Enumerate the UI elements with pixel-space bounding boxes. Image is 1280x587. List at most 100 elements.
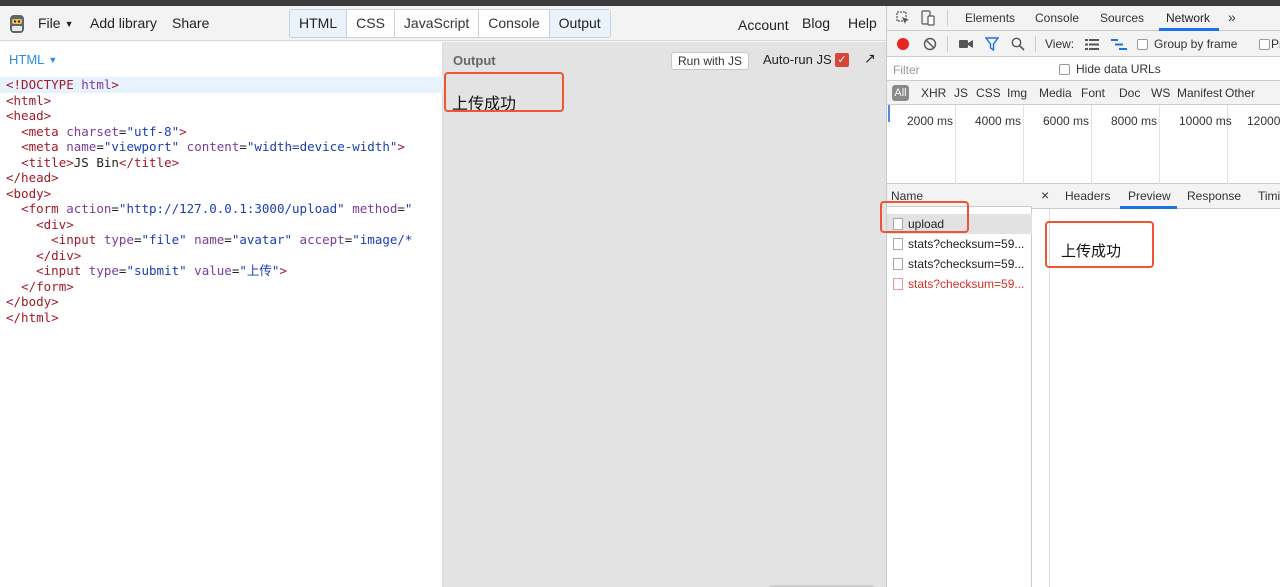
network-timeline-overview[interactable]: 2000 ms 4000 ms 6000 ms 8000 ms 10000 ms 1200… <box>887 105 1280 184</box>
account-link[interactable]: Account <box>738 17 789 33</box>
code-line[interactable]: </head> <box>0 170 443 186</box>
hide-data-urls-checkbox[interactable] <box>1059 64 1070 75</box>
output-panel: Output Run with JS Auto-run JS ✓ ↗ 上传成功 <box>443 42 886 587</box>
type-filter-media[interactable]: Media <box>1039 86 1072 100</box>
code-line[interactable]: <head> <box>0 108 443 124</box>
panel-tab-css[interactable]: CSS <box>347 10 395 37</box>
type-filter-xhr[interactable]: XHR <box>921 86 946 100</box>
code-area[interactable]: <!DOCTYPE html> <html> <head> <meta charse… <box>0 77 443 325</box>
type-filter-css[interactable]: CSS <box>976 86 1001 100</box>
timeline-tick-label: 2000 ms <box>907 114 954 128</box>
type-filter-other[interactable]: Other <box>1225 86 1255 100</box>
code-line[interactable]: <input type="submit" value="上传"> <box>0 263 443 279</box>
detail-tab-response[interactable]: Response <box>1187 189 1241 203</box>
type-filter-manifest[interactable]: Manifest <box>1177 86 1222 100</box>
panel-tab-html[interactable]: HTML <box>290 10 348 37</box>
html-editor-panel[interactable]: HTML ▼ <!DOCTYPE html> <html> <head> <meta … <box>0 42 443 587</box>
code-line[interactable]: <form action="http://127.0.0.1:3000/uplo… <box>0 201 443 217</box>
detail-tabbar: × Headers Preview Response Timi <box>1032 184 1280 209</box>
jsbin-app: File ▼ Add library Share HTML CSS JavaScr… <box>0 6 886 587</box>
preserve-log-checkbox[interactable] <box>1259 39 1270 50</box>
filter-input[interactable]: Filter <box>893 63 920 77</box>
request-row[interactable]: stats?checksum=59... <box>887 274 1032 294</box>
filter-funnel-icon[interactable] <box>985 37 999 51</box>
blog-link[interactable]: Blog <box>802 15 830 31</box>
request-row[interactable]: stats?checksum=59... <box>887 234 1032 254</box>
devtools-tab-elements[interactable]: Elements <box>965 11 1015 25</box>
timeline-tick-label: 10000 ms <box>1179 114 1232 128</box>
video-camera-icon[interactable] <box>959 39 973 49</box>
share-menu[interactable]: Share <box>172 15 209 31</box>
code-line[interactable]: </form> <box>0 279 443 295</box>
code-line[interactable]: <title>JS Bin</title> <box>0 155 443 171</box>
more-tabs-icon[interactable]: » <box>1228 9 1236 25</box>
group-by-frame-checkbox[interactable] <box>1137 39 1148 50</box>
code-line[interactable]: <meta name="viewport" content="width=dev… <box>0 139 443 155</box>
run-with-js-button[interactable]: Run with JS <box>671 52 750 70</box>
device-toolbar-icon[interactable] <box>921 10 935 26</box>
detail-tab-preview[interactable]: Preview <box>1128 189 1171 203</box>
file-menu[interactable]: File ▼ <box>38 15 73 31</box>
type-filter-img[interactable]: Img <box>1007 86 1027 100</box>
code-line[interactable]: </div> <box>0 248 443 264</box>
toolbar-divider <box>1035 36 1036 52</box>
editor-mode-selector[interactable]: HTML ▼ <box>9 52 57 67</box>
code-line[interactable]: </html> <box>0 310 443 326</box>
detail-tab-timing[interactable]: Timi <box>1258 189 1280 203</box>
timeline-gridline <box>1159 105 1160 184</box>
devtools-tab-console[interactable]: Console <box>1035 11 1079 25</box>
document-icon <box>893 258 903 270</box>
network-toolbar: View: Group by frame Pr <box>887 31 1280 57</box>
code-line[interactable]: <!DOCTYPE html> <box>0 77 443 93</box>
add-library-menu[interactable]: Add library <box>90 15 157 31</box>
type-filter-js[interactable]: JS <box>954 86 968 100</box>
code-line[interactable]: </body> <box>0 294 443 310</box>
type-filter-font[interactable]: Font <box>1081 86 1105 100</box>
devtools-tab-sources[interactable]: Sources <box>1100 11 1144 25</box>
close-icon[interactable]: × <box>1041 187 1049 203</box>
panel-tab-output[interactable]: Output <box>549 10 610 37</box>
record-icon[interactable] <box>897 38 909 50</box>
request-name: stats?checksum=59... <box>908 257 1025 271</box>
autorun-checkbox[interactable]: ✓ <box>835 53 849 67</box>
list-view-icon[interactable] <box>1085 39 1099 50</box>
waterfall-view-icon[interactable] <box>1111 39 1127 50</box>
code-line[interactable]: <body> <box>0 186 443 202</box>
jsbin-logo-icon[interactable] <box>8 13 26 35</box>
code-line[interactable]: <meta charset="utf-8"> <box>0 124 443 140</box>
request-name: stats?checksum=59... <box>908 277 1025 291</box>
screen: File ▼ Add library Share HTML CSS JavaScr… <box>0 0 1280 587</box>
type-filter-all[interactable]: All <box>892 85 909 101</box>
type-filter-ws[interactable]: WS <box>1151 86 1170 100</box>
code-line[interactable]: <html> <box>0 93 443 109</box>
document-icon <box>893 278 903 290</box>
clear-icon[interactable] <box>923 37 937 51</box>
autorun-label: Auto-run JS <box>763 52 832 67</box>
caret-down-icon: ▼ <box>64 19 74 29</box>
resource-type-filters: All XHR JS CSS Img Media Font Doc WS Manifest Oth… <box>887 81 1280 105</box>
view-label: View: <box>1045 37 1075 51</box>
jsbin-toolbar: File ▼ Add library Share HTML CSS JavaScr… <box>0 6 886 41</box>
popout-arrow-icon[interactable]: ↗ <box>864 50 876 67</box>
search-icon[interactable] <box>1011 37 1025 51</box>
toolbar-divider <box>947 36 948 52</box>
request-name: stats?checksum=59... <box>908 237 1025 251</box>
file-menu-label: File <box>38 15 61 31</box>
request-row[interactable]: stats?checksum=59... <box>887 254 1032 274</box>
timeline-tick-label: 12000 ms <box>1247 114 1280 128</box>
panel-tab-javascript[interactable]: JavaScript <box>395 10 480 37</box>
timeline-gridline <box>955 105 956 184</box>
type-filter-doc[interactable]: Doc <box>1119 86 1140 100</box>
panel-tab-console[interactable]: Console <box>479 10 550 37</box>
devtools-tabbar: Elements Console Sources Network » <box>887 6 1280 31</box>
devtools-tab-network[interactable]: Network <box>1166 11 1210 25</box>
help-link[interactable]: Help <box>848 15 877 31</box>
detail-tab-headers[interactable]: Headers <box>1065 189 1110 203</box>
output-frame[interactable]: 上传成功 <box>443 77 886 587</box>
highlight-box-preview <box>1045 221 1154 268</box>
highlight-box-upload-request <box>880 201 969 233</box>
code-line[interactable]: <input type="file" name="avatar" accept=… <box>0 232 443 248</box>
code-line[interactable]: <div> <box>0 217 443 233</box>
filter-row: Filter Hide data URLs <box>887 57 1280 81</box>
inspect-element-icon[interactable] <box>896 11 910 25</box>
